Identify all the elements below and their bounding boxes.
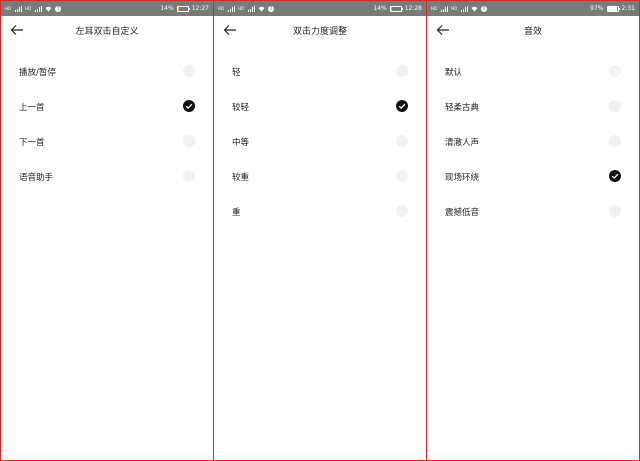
- signal-icon: [228, 5, 236, 12]
- option-label: 轻柔古典: [445, 103, 480, 113]
- radio-unselected-icon[interactable]: [609, 100, 621, 112]
- status-icons-right: 14% 12:28: [373, 5, 422, 12]
- screen-double-tap-strength: HD HD ! 14% 12:28 双击力度调整 轻较轻中等较重重: [213, 0, 427, 461]
- option-item[interactable]: 较重: [214, 159, 426, 194]
- option-list: 默认轻柔古典清澈人声现场环绕震撼低音: [427, 54, 639, 229]
- option-item[interactable]: 上一首: [1, 89, 213, 124]
- option-item[interactable]: 较轻: [214, 89, 426, 124]
- header: 左耳双击自定义: [1, 16, 213, 46]
- status-bar: HD HD ! 14% 12:28: [214, 1, 426, 16]
- status-time: 2:31: [621, 5, 635, 12]
- page-title: 音效: [523, 27, 542, 37]
- screen-left-ear-double-tap: HD HD ! 14% 12:27 左耳双击自定义 播放/暂停上一首下一首语音助…: [0, 0, 214, 461]
- page-title: 左耳双击自定义: [75, 27, 139, 37]
- battery-icon: [389, 5, 403, 12]
- status-icons-right: 14% 12:27: [160, 5, 209, 12]
- option-list: 轻较轻 中等 较重重: [214, 54, 426, 229]
- sim-label-icon: HD: [218, 6, 225, 11]
- radio-unselected-icon[interactable]: [609, 135, 621, 147]
- header: 音效: [427, 16, 639, 46]
- battery-percent: 14%: [373, 5, 387, 12]
- signal-icon: [15, 5, 23, 12]
- radio-unselected-icon[interactable]: [396, 170, 408, 182]
- option-label: 中等: [232, 138, 250, 148]
- status-time: 12:27: [191, 5, 209, 12]
- option-item[interactable]: 震撼低音: [427, 194, 639, 229]
- signal-icon: [461, 5, 469, 12]
- sim-label-icon: HD: [5, 6, 12, 11]
- status-icons-left: HD HD !: [218, 5, 275, 12]
- battery-icon: [176, 5, 190, 12]
- option-item[interactable]: 中等: [214, 124, 426, 159]
- status-bar: HD HD ! 97% 2:31: [427, 1, 639, 16]
- option-label: 下一首: [19, 138, 45, 148]
- option-item[interactable]: 下一首: [1, 124, 213, 159]
- alert-icon: !: [481, 5, 488, 12]
- sim-label-icon: HD: [451, 6, 458, 11]
- option-item[interactable]: 默认: [427, 54, 639, 89]
- signal-icon: [441, 5, 449, 12]
- battery-percent: 14%: [160, 5, 174, 12]
- option-item[interactable]: 轻: [214, 54, 426, 89]
- status-icons-left: HD HD !: [431, 5, 488, 12]
- header: 双击力度调整: [214, 16, 426, 46]
- radio-unselected-icon[interactable]: [183, 170, 195, 182]
- radio-unselected-icon[interactable]: [609, 65, 621, 77]
- radio-unselected-icon[interactable]: [609, 205, 621, 217]
- radio-unselected-icon[interactable]: [396, 135, 408, 147]
- status-bar: HD HD ! 14% 12:27: [1, 1, 213, 16]
- option-label: 较重: [232, 173, 250, 183]
- option-label: 默认: [445, 68, 463, 78]
- checkmark-selected-icon[interactable]: [609, 170, 621, 182]
- option-item[interactable]: 播放/暂停: [1, 54, 213, 89]
- page-title: 双击力度调整: [292, 27, 347, 37]
- wifi-icon: [258, 6, 265, 11]
- option-item[interactable]: 语音助手: [1, 159, 213, 194]
- screen-sound-effects: HD HD ! 97% 2:31 音效 默认轻柔古典清澈人声现场环绕震撼低音: [426, 0, 640, 461]
- sim-label-icon: HD: [238, 6, 245, 11]
- signal-icon: [35, 5, 43, 12]
- option-item[interactable]: 清澈人声: [427, 124, 639, 159]
- radio-unselected-icon[interactable]: [183, 135, 195, 147]
- option-label: 播放/暂停: [19, 68, 56, 78]
- option-label: 较轻: [232, 103, 250, 113]
- alert-icon: !: [268, 5, 275, 12]
- status-icons-right: 97% 2:31: [590, 5, 635, 12]
- option-label: 震撼低音: [445, 208, 480, 218]
- sim-label-icon: HD: [25, 6, 32, 11]
- wifi-icon: [45, 6, 52, 11]
- option-item[interactable]: 重: [214, 194, 426, 229]
- option-item[interactable]: 轻柔古典: [427, 89, 639, 124]
- sim-label-icon: HD: [431, 6, 438, 11]
- status-icons-left: HD HD !: [5, 5, 62, 12]
- option-label: 轻: [232, 68, 241, 78]
- battery-percent: 97%: [590, 5, 604, 12]
- option-item[interactable]: 现场环绕: [427, 159, 639, 194]
- option-label: 语音助手: [19, 173, 54, 183]
- radio-unselected-icon[interactable]: [183, 65, 195, 77]
- battery-icon: [606, 5, 620, 12]
- option-list: 播放/暂停上一首下一首语音助手: [1, 54, 213, 194]
- wifi-icon: [471, 6, 478, 11]
- radio-unselected-icon[interactable]: [396, 65, 408, 77]
- status-time: 12:28: [404, 5, 422, 12]
- checkmark-selected-icon[interactable]: [183, 100, 195, 112]
- radio-unselected-icon[interactable]: [396, 205, 408, 217]
- option-label: 现场环绕: [445, 173, 480, 183]
- option-label: 清澈人声: [445, 138, 480, 148]
- alert-icon: !: [55, 5, 62, 12]
- signal-icon: [248, 5, 256, 12]
- option-label: 重: [232, 208, 241, 218]
- option-label: 上一首: [19, 103, 45, 113]
- checkmark-selected-icon[interactable]: [396, 100, 408, 112]
